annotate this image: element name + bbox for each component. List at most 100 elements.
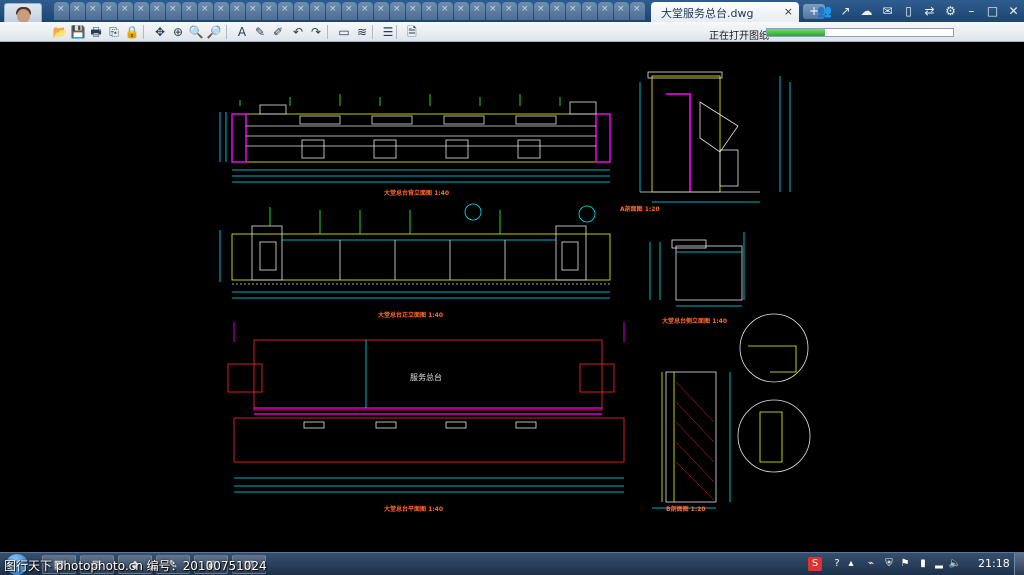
- toolbar-separator: [372, 25, 373, 39]
- watermark-text: 图行天下 photophoto.cn 编号：20100751024: [4, 559, 267, 573]
- document-tab[interactable]: [246, 2, 261, 20]
- document-tabs: [54, 2, 646, 21]
- document-tab[interactable]: [326, 2, 341, 20]
- zoom-extents-icon[interactable]: ⊕: [170, 24, 186, 40]
- document-tab[interactable]: [70, 2, 85, 20]
- minimize-icon[interactable]: –: [961, 2, 982, 20]
- document-tab[interactable]: [374, 2, 389, 20]
- caption-front-elevation: 大堂总台正立面图 1:40: [378, 312, 444, 319]
- cad-drawing: [219, 71, 811, 509]
- zoom-out-icon[interactable]: 🔎: [206, 24, 222, 40]
- redo-icon[interactable]: ↷: [308, 24, 324, 40]
- measure-icon[interactable]: ▭: [336, 24, 352, 40]
- export-pdf-icon[interactable]: ⎘: [106, 24, 122, 40]
- undo-icon[interactable]: ↶: [290, 24, 306, 40]
- document-tab[interactable]: [198, 2, 213, 20]
- loading-progress-bar: [766, 28, 954, 37]
- document-tab[interactable]: [422, 2, 437, 20]
- pan-icon[interactable]: ✥: [152, 24, 168, 40]
- show-desktop-button[interactable]: [1014, 553, 1024, 575]
- save-icon[interactable]: 💾: [70, 24, 86, 40]
- document-tab[interactable]: [438, 2, 453, 20]
- properties-icon[interactable]: 🗎: [404, 24, 420, 40]
- brush-icon[interactable]: ✐: [270, 24, 286, 40]
- document-tab[interactable]: [230, 2, 245, 20]
- settings-icon[interactable]: ⚙: [940, 2, 961, 20]
- document-tab[interactable]: [598, 2, 613, 20]
- antivirus-tray-icon[interactable]: S: [808, 557, 822, 571]
- toolbar-separator: [143, 25, 144, 39]
- document-tab[interactable]: [54, 2, 69, 20]
- document-tab[interactable]: [534, 2, 549, 20]
- lock-icon[interactable]: 🔒: [124, 24, 140, 40]
- document-tab[interactable]: [582, 2, 597, 20]
- document-tab[interactable]: [134, 2, 149, 20]
- document-tab[interactable]: [550, 2, 565, 20]
- document-tab[interactable]: [118, 2, 133, 20]
- chat-icon[interactable]: ✉: [877, 2, 898, 20]
- document-tab[interactable]: [214, 2, 229, 20]
- document-tab[interactable]: [470, 2, 485, 20]
- phone-icon[interactable]: ▯: [898, 2, 919, 20]
- document-tab[interactable]: [278, 2, 293, 20]
- cloud-icon[interactable]: ☁: [856, 2, 877, 20]
- drawing-canvas[interactable]: 大堂总台背立面图 1:40 大堂总台正立面图 1:40 大堂总台平面图 1:40…: [0, 42, 1024, 552]
- loading-status-text: 正在打开图纸: [709, 31, 769, 42]
- cad-viewer-window: 大堂服务总台.dwg × + 👥↗☁✉▯⇄⚙–□✕ 📂💾🖶⎘🔒 ✥⊕🔍🔎 A✎✐↶↷…: [0, 0, 1024, 575]
- document-tab[interactable]: [390, 2, 405, 20]
- flag-tray-icon[interactable]: ⚑: [898, 557, 912, 571]
- zoom-in-icon[interactable]: 🔍: [188, 24, 204, 40]
- switch-icon[interactable]: ⇄: [919, 2, 940, 20]
- title-bar-icons: 👥 ↗ ☁ ✉ ▯ ⇄ ⚙ – □ ✕: [814, 2, 1024, 20]
- windows-taskbar: ▦ ▤ ◆ ✎ ▣ ▥ 图行天下 photophoto.cn 编号：201007…: [0, 552, 1024, 575]
- battery-tray-icon[interactable]: ▮: [916, 557, 930, 571]
- document-tab[interactable]: [406, 2, 421, 20]
- back-elevation-drawing: [219, 94, 611, 183]
- text-icon[interactable]: A: [234, 24, 250, 40]
- caption-section-a: A剖面图 1:20: [620, 206, 660, 213]
- front-elevation-drawing: [219, 203, 611, 299]
- document-tab[interactable]: [614, 2, 629, 20]
- document-tab[interactable]: [150, 2, 165, 20]
- share-icon[interactable]: ↗: [835, 2, 856, 20]
- taskbar-clock[interactable]: 21:18: [978, 557, 1010, 570]
- maximize-icon[interactable]: □: [982, 2, 1003, 20]
- title-tab-bar: 大堂服务总台.dwg × + 👥↗☁✉▯⇄⚙–□✕: [0, 0, 1024, 22]
- caption-plan: 大堂总台平面图 1:40: [384, 506, 444, 513]
- layers-icon[interactable]: ☰: [380, 24, 396, 40]
- document-tab[interactable]: [102, 2, 117, 20]
- users-icon[interactable]: 👥: [814, 2, 835, 20]
- plan-drawing: [227, 322, 625, 493]
- document-tab[interactable]: [262, 2, 277, 20]
- document-tab[interactable]: [454, 2, 469, 20]
- document-tab[interactable]: [502, 2, 517, 20]
- system-tray: S? ▴ ⌁ ⛨ ⚑ ▮ ▂ 🔈: [808, 555, 961, 574]
- document-tab[interactable]: [166, 2, 181, 20]
- signal-tray-icon[interactable]: ▂: [932, 557, 946, 571]
- document-tab[interactable]: [358, 2, 373, 20]
- document-tab[interactable]: [630, 2, 645, 20]
- open-folder-icon[interactable]: 📂: [52, 24, 68, 40]
- document-tab[interactable]: [486, 2, 501, 20]
- document-tab[interactable]: [566, 2, 581, 20]
- expand-tray-icon[interactable]: ▴: [844, 557, 858, 571]
- pen-icon[interactable]: ✎: [252, 24, 268, 40]
- document-tab[interactable]: [182, 2, 197, 20]
- close-window-icon[interactable]: ✕: [1003, 2, 1024, 20]
- document-tab[interactable]: [518, 2, 533, 20]
- dimension-icon[interactable]: ≋: [354, 24, 370, 40]
- section-b-drawing: [652, 313, 811, 509]
- active-document-tab[interactable]: 大堂服务总台.dwg ×: [651, 2, 799, 22]
- caption-side-elevation: 大堂总台侧立面图 1:40: [662, 318, 728, 325]
- caption-section-b: B剖面图 1:20: [666, 506, 706, 513]
- shield-tray-icon[interactable]: ⛨: [882, 557, 896, 571]
- document-tab[interactable]: [342, 2, 357, 20]
- volume-tray-icon[interactable]: 🔈: [948, 557, 962, 571]
- document-tab[interactable]: [86, 2, 101, 20]
- document-tab[interactable]: [310, 2, 325, 20]
- tab-close-icon[interactable]: ×: [784, 5, 793, 18]
- help-tray-icon[interactable]: ?: [830, 557, 844, 571]
- document-tab[interactable]: [294, 2, 309, 20]
- network-tray-icon[interactable]: ⌁: [864, 557, 878, 571]
- print-icon[interactable]: 🖶: [88, 24, 104, 40]
